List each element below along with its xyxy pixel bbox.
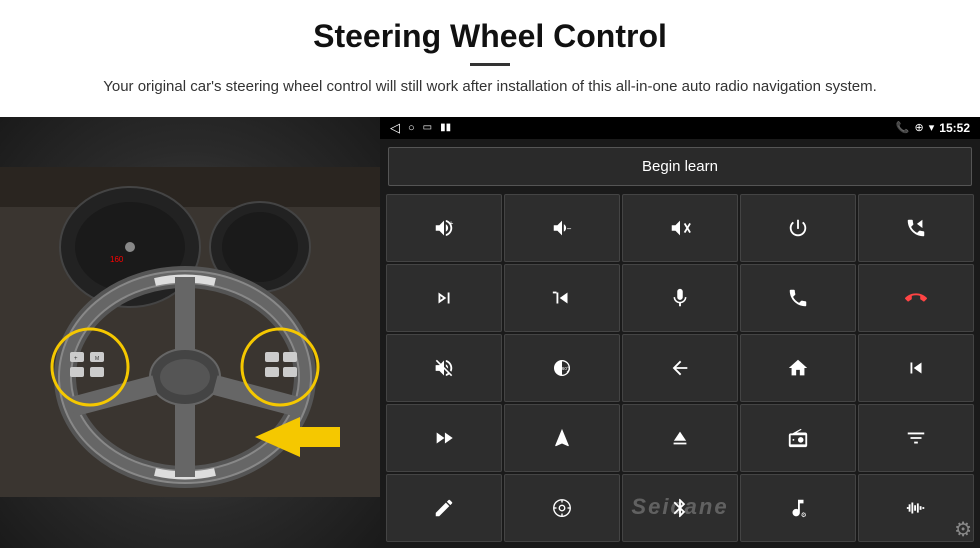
prev-skip-button[interactable] (504, 264, 620, 332)
content-row: 160 (0, 117, 980, 548)
phone-prev-button[interactable] (858, 194, 974, 262)
camera-360-button[interactable]: 360° (504, 334, 620, 402)
back-nav-ctrl-button[interactable] (622, 334, 738, 402)
status-right: 📞 ⊕ ▾ 15:52 (896, 121, 970, 135)
equalizer-button[interactable] (858, 404, 974, 472)
svg-text:160: 160 (110, 255, 124, 264)
begin-learn-button[interactable]: Begin learn (388, 147, 972, 186)
status-bar: ◁ ○ ▭ ▮▮ 📞 ⊕ ▾ 15:52 (380, 117, 980, 139)
eject-button[interactable] (622, 404, 738, 472)
phone-status-icon: 📞 (896, 121, 910, 134)
radio-button[interactable] (740, 404, 856, 472)
steering-wheel-bg: 160 (0, 117, 380, 548)
power-button[interactable] (740, 194, 856, 262)
svg-text:+: + (74, 356, 78, 362)
time-display: 15:52 (939, 121, 970, 135)
settings-2-button[interactable] (504, 474, 620, 542)
title-divider (470, 63, 510, 66)
steering-wheel-svg: 160 (0, 167, 380, 497)
vol-down-button[interactable]: − (504, 194, 620, 262)
android-ui: ◁ ○ ▭ ▮▮ 📞 ⊕ ▾ 15:52 (380, 117, 980, 548)
mute-button[interactable] (622, 194, 738, 262)
wifi-status-icon: ▾ (929, 121, 935, 134)
svg-text:M: M (95, 356, 99, 362)
bluetooth-button[interactable] (622, 474, 738, 542)
page-title: Steering Wheel Control (60, 18, 920, 55)
next-track-button[interactable] (386, 264, 502, 332)
controls-grid: + − (380, 194, 980, 548)
settings-gear-icon[interactable]: ⚙ (954, 517, 972, 542)
header-section: Steering Wheel Control Your original car… (0, 0, 980, 109)
home-nav-icon[interactable]: ○ (408, 122, 415, 134)
android-ui-wrapper: ◁ ○ ▭ ▮▮ 📞 ⊕ ▾ 15:52 (380, 117, 980, 548)
steering-wheel-section: 160 (0, 117, 380, 548)
music-button[interactable]: ⚙ (740, 474, 856, 542)
status-left: ◁ ○ ▭ ▮▮ (390, 120, 451, 136)
navigation-button[interactable] (504, 404, 620, 472)
hang-up-button[interactable] (858, 264, 974, 332)
svg-text:⚙: ⚙ (801, 512, 807, 519)
rewind-button[interactable] (858, 334, 974, 402)
pen-button[interactable] (386, 474, 502, 542)
svg-text:−: − (567, 224, 572, 233)
back-nav-icon[interactable]: ◁ (390, 120, 400, 136)
svg-text:360°: 360° (559, 366, 569, 371)
svg-text:+: + (449, 219, 454, 228)
home-nav-ctrl-button[interactable] (740, 334, 856, 402)
recents-nav-icon[interactable]: ▭ (423, 122, 432, 133)
phone-call-button[interactable] (740, 264, 856, 332)
fast-forward-button[interactable] (386, 404, 502, 472)
horn-button[interactable] (386, 334, 502, 402)
page-container: Steering Wheel Control Your original car… (0, 0, 980, 548)
subtitle: Your original car's steering wheel contr… (100, 76, 880, 99)
vol-up-button[interactable]: + (386, 194, 502, 262)
mic-button[interactable] (622, 264, 738, 332)
location-status-icon: ⊕ (915, 121, 924, 134)
signal-icon: ▮▮ (440, 122, 451, 133)
